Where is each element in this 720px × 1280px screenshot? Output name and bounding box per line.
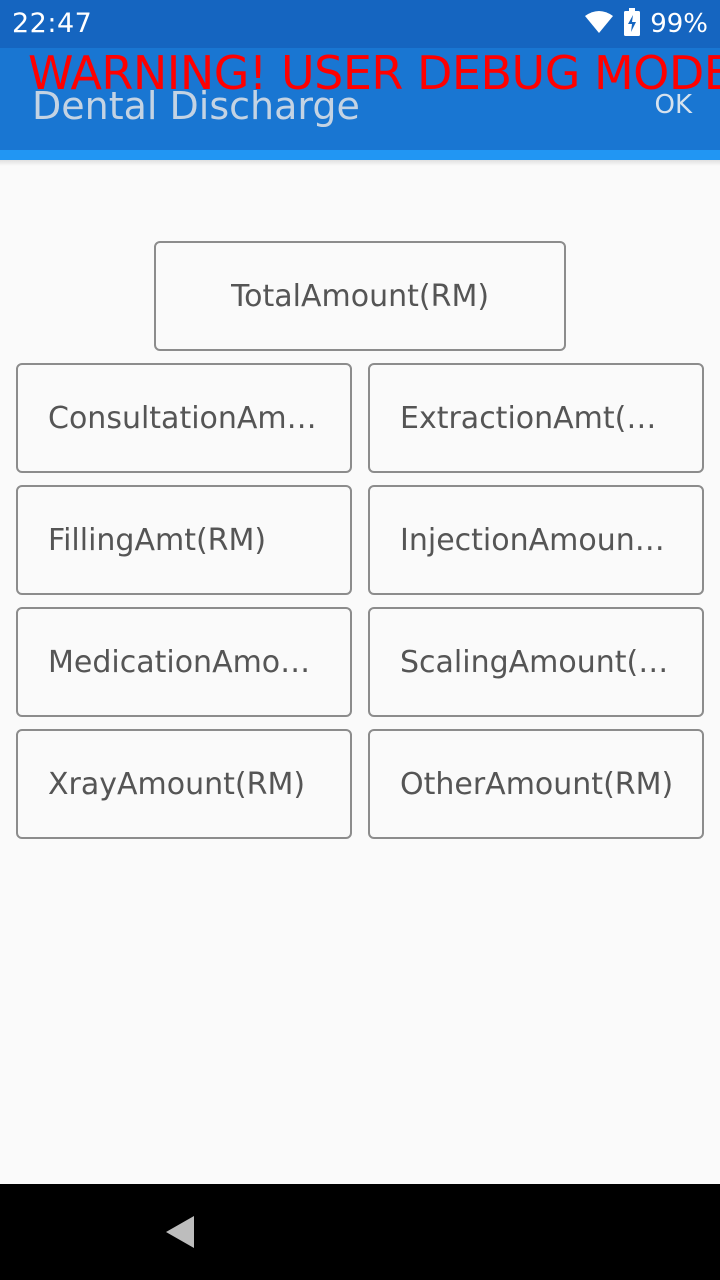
battery-icon bbox=[624, 7, 641, 41]
battery-percent: 99% bbox=[650, 9, 708, 39]
medication-amount-button[interactable]: MedicationAmount(RM) bbox=[16, 607, 352, 717]
app-bar-shadow bbox=[0, 160, 720, 166]
total-amount-label: TotalAmount(RM) bbox=[230, 278, 490, 314]
back-icon[interactable] bbox=[160, 1212, 200, 1252]
consultation-amount-button[interactable]: ConsultationAmt(RM) bbox=[16, 363, 352, 473]
status-time: 22:47 bbox=[12, 8, 93, 39]
filling-amount-label: FillingAmt(RM) bbox=[48, 522, 267, 558]
total-amount-button[interactable]: TotalAmount(RM) bbox=[154, 241, 566, 351]
medication-amount-label: MedicationAmount(RM) bbox=[48, 644, 324, 680]
app-bar-accent bbox=[0, 150, 720, 160]
scaling-amount-button[interactable]: ScalingAmount(RM) bbox=[368, 607, 704, 717]
xray-amount-label: XrayAmount(RM) bbox=[48, 766, 306, 802]
other-amount-label: OtherAmount(RM) bbox=[400, 766, 674, 802]
injection-amount-button[interactable]: InjectionAmount(RM) bbox=[368, 485, 704, 595]
scaling-amount-label: ScalingAmount(RM) bbox=[400, 644, 676, 680]
filling-amount-button[interactable]: FillingAmt(RM) bbox=[16, 485, 352, 595]
debug-warning: WARNING! USER DEBUG MODE bbox=[28, 46, 720, 100]
other-amount-button[interactable]: OtherAmount(RM) bbox=[368, 729, 704, 839]
extraction-amount-label: ExtractionAmt(RM) bbox=[400, 400, 676, 436]
wifi-icon bbox=[584, 10, 614, 39]
consultation-amount-label: ConsultationAmt(RM) bbox=[48, 400, 324, 436]
xray-amount-button[interactable]: XrayAmount(RM) bbox=[16, 729, 352, 839]
extraction-amount-button[interactable]: ExtractionAmt(RM) bbox=[368, 363, 704, 473]
injection-amount-label: InjectionAmount(RM) bbox=[400, 522, 676, 558]
status-icons: 99% bbox=[584, 6, 708, 42]
status-bar: 22:47 99% bbox=[0, 0, 720, 48]
navigation-bar bbox=[0, 1184, 720, 1280]
